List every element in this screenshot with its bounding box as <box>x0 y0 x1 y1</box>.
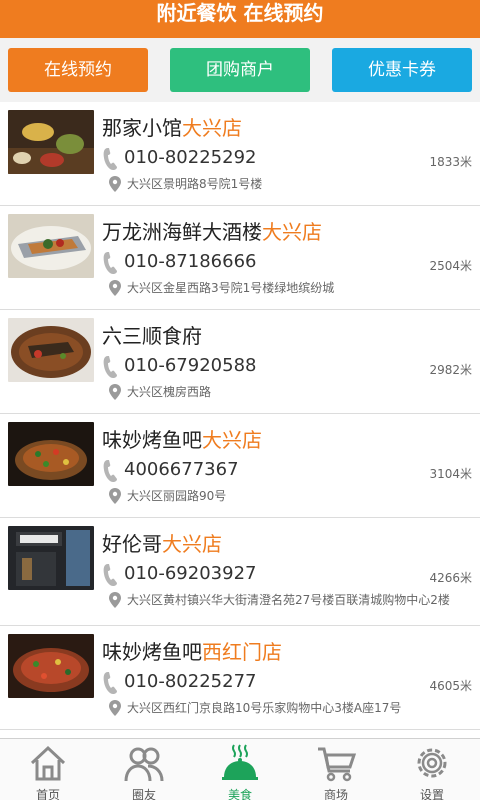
nav-food[interactable]: 美食 <box>192 739 288 800</box>
list-item[interactable]: 味妙烤鱼吧大兴店 4006677367 3104米 大兴区丽园路90号 <box>0 414 480 518</box>
distance: 4605米 <box>429 679 472 693</box>
phone-number[interactable]: 010-87186666 <box>124 251 256 272</box>
list-item[interactable]: 好伦哥大兴店 010-69203927 4266米 大兴区黄村镇兴华大街清澄名苑… <box>0 518 480 626</box>
restaurant-photo <box>8 526 94 590</box>
tab-coupons[interactable]: 优惠卡券 <box>332 48 472 92</box>
restaurant-name: 万龙洲海鲜大酒楼大兴店 <box>102 220 322 244</box>
tab-group-buy[interactable]: 团购商户 <box>170 48 310 92</box>
restaurant-list[interactable]: 那家小馆大兴店 010-80225292 1833米 大兴区景明路8号院1号楼 … <box>0 102 480 738</box>
distance: 4266米 <box>429 571 472 585</box>
list-item[interactable]: 那家小馆大兴店 010-80225292 1833米 大兴区景明路8号院1号楼 <box>0 102 480 206</box>
location-pin-icon <box>109 280 121 296</box>
location-pin-icon <box>109 592 121 608</box>
address: 大兴区景明路8号院1号楼 <box>127 177 263 191</box>
phone-number[interactable]: 010-80225292 <box>124 147 256 168</box>
location-pin-icon <box>109 176 121 192</box>
nav-friends[interactable]: 圈友 <box>96 739 192 800</box>
list-item[interactable]: 味妙烤鱼吧西红门店 010-80225277 4605米 大兴区西红门京良路10… <box>0 626 480 730</box>
phone-icon[interactable] <box>102 146 122 172</box>
address: 大兴区槐房西路 <box>127 385 212 399</box>
list-item[interactable]: 六三顺食府 010-67920588 2982米 大兴区槐房西路 <box>0 310 480 414</box>
address: 大兴区丽园路90号 <box>127 489 227 503</box>
nav-label: 设置 <box>419 788 444 800</box>
restaurant-photo <box>8 422 94 486</box>
food-cloche-icon <box>222 744 258 780</box>
nav-mall[interactable]: 商场 <box>288 739 384 800</box>
restaurant-photo <box>8 214 94 278</box>
restaurant-photo <box>8 318 94 382</box>
bottom-nav: 首页 圈友 美食 商场 设置 <box>0 738 480 800</box>
friends-icon <box>124 747 164 782</box>
distance: 2982米 <box>429 363 472 377</box>
location-pin-icon <box>109 488 121 504</box>
address: 大兴区西红门京良路10号乐家购物中心3楼A座17号 <box>127 701 402 715</box>
restaurant-name: 味妙烤鱼吧大兴店 <box>102 428 262 452</box>
restaurant-photo <box>8 110 94 174</box>
category-tabs: 在线预约 团购商户 优惠卡券 <box>0 38 480 102</box>
phone-icon[interactable] <box>102 458 122 484</box>
phone-number[interactable]: 4006677367 <box>124 459 239 480</box>
address: 大兴区金星西路3号院1号楼绿地缤纷城 <box>127 281 335 295</box>
phone-icon[interactable] <box>102 562 122 588</box>
restaurant-name: 那家小馆大兴店 <box>102 116 242 140</box>
distance: 1833米 <box>429 155 472 169</box>
home-icon <box>30 745 66 781</box>
nav-home[interactable]: 首页 <box>0 739 96 800</box>
distance: 2504米 <box>429 259 472 273</box>
nav-label: 商场 <box>323 788 348 800</box>
nav-label: 圈友 <box>131 788 156 800</box>
phone-icon[interactable] <box>102 670 122 696</box>
phone-number[interactable]: 010-69203927 <box>124 563 256 584</box>
address: 大兴区黄村镇兴华大街清澄名苑27号楼百联清城购物中心2楼 <box>127 593 450 607</box>
phone-number[interactable]: 010-67920588 <box>124 355 256 376</box>
phone-icon[interactable] <box>102 354 122 380</box>
location-pin-icon <box>109 384 121 400</box>
phone-number[interactable]: 010-80225277 <box>124 671 256 692</box>
restaurant-name: 味妙烤鱼吧西红门店 <box>102 640 282 664</box>
restaurant-photo <box>8 634 94 698</box>
list-item[interactable] <box>0 730 480 738</box>
restaurant-name: 六三顺食府 <box>102 324 202 348</box>
page-title: 附近餐饮 在线预约 <box>0 0 480 38</box>
nav-label: 美食 <box>227 788 252 800</box>
shopping-cart-icon <box>318 747 356 782</box>
nav-label: 首页 <box>35 788 60 800</box>
tab-online-booking[interactable]: 在线预约 <box>8 48 148 92</box>
nav-settings[interactable]: 设置 <box>384 739 480 800</box>
restaurant-name: 好伦哥大兴店 <box>102 532 222 556</box>
phone-icon[interactable] <box>102 250 122 276</box>
gear-icon <box>417 748 447 778</box>
location-pin-icon <box>109 700 121 716</box>
distance: 3104米 <box>429 467 472 481</box>
list-item[interactable]: 万龙洲海鲜大酒楼大兴店 010-87186666 2504米 大兴区金星西路3号… <box>0 206 480 310</box>
